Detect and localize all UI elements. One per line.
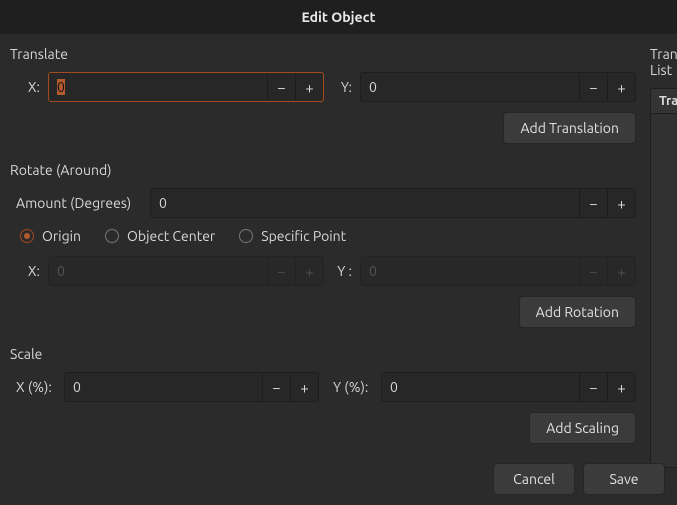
- rotate-y-input: − +: [360, 256, 636, 286]
- transformations-list-body[interactable]: [650, 114, 677, 468]
- scale-x-increment[interactable]: +: [290, 373, 318, 401]
- translate-x-label: X:: [20, 79, 40, 95]
- minus-icon: −: [589, 79, 597, 96]
- plus-icon: +: [305, 263, 313, 280]
- minus-icon: −: [272, 379, 280, 396]
- translate-x-input[interactable]: − +: [48, 72, 324, 102]
- scale-x-input[interactable]: − +: [64, 372, 319, 402]
- translate-y-input[interactable]: − +: [360, 72, 636, 102]
- cancel-button[interactable]: Cancel: [493, 463, 575, 495]
- minus-icon: −: [589, 379, 597, 396]
- translate-x-decrement[interactable]: −: [267, 73, 295, 101]
- rotate-section: Rotate (Around) Amount (Degrees) − + Ori…: [10, 162, 636, 346]
- minus-icon: −: [589, 195, 597, 212]
- rotate-x-input: − +: [48, 256, 324, 286]
- radio-dot-icon: [105, 229, 119, 243]
- translate-y-increment[interactable]: +: [607, 73, 635, 101]
- radio-object-center[interactable]: Object Center: [105, 228, 215, 244]
- translate-section: Translate X: − + Y: − + Add Translation: [10, 46, 636, 162]
- rotate-y-decrement: −: [579, 257, 607, 285]
- rotate-amount-input[interactable]: − +: [150, 188, 636, 218]
- scale-y-field[interactable]: [382, 373, 579, 401]
- scale-x-label: X (%):: [10, 379, 56, 395]
- rotate-x-field: [49, 257, 267, 285]
- translate-label: Translate: [10, 46, 636, 62]
- radio-specific-point[interactable]: Specific Point: [239, 228, 346, 244]
- add-rotation-button[interactable]: Add Rotation: [519, 296, 636, 328]
- translate-y-decrement[interactable]: −: [579, 73, 607, 101]
- save-button[interactable]: Save: [583, 463, 665, 495]
- radio-dot-icon: [239, 229, 253, 243]
- rotate-amount-field[interactable]: [151, 189, 579, 217]
- translate-x-field[interactable]: [49, 73, 267, 101]
- radio-dot-icon: [20, 229, 34, 243]
- translate-x-increment[interactable]: +: [295, 73, 323, 101]
- scale-y-label: Y (%):: [327, 379, 373, 395]
- minus-icon: −: [589, 263, 597, 280]
- add-scaling-button[interactable]: Add Scaling: [529, 412, 636, 444]
- transformations-column-header[interactable]: Transformation: [650, 88, 677, 114]
- rotate-amount-decrement[interactable]: −: [579, 189, 607, 217]
- rotate-amount-increment[interactable]: +: [607, 189, 635, 217]
- minus-icon: −: [277, 79, 285, 96]
- plus-icon: +: [617, 379, 625, 396]
- rotate-x-decrement: −: [267, 257, 295, 285]
- minus-icon: −: [277, 263, 285, 280]
- rotate-y-increment: +: [607, 257, 635, 285]
- plus-icon: +: [300, 379, 308, 396]
- scale-y-increment[interactable]: +: [607, 373, 635, 401]
- scale-section: Scale X (%): − + Y (%): − + Add Scaling: [10, 346, 636, 444]
- scale-y-decrement[interactable]: −: [579, 373, 607, 401]
- rotate-amount-label: Amount (Degrees): [10, 195, 142, 211]
- plus-icon: +: [617, 195, 625, 212]
- rotate-label: Rotate (Around): [10, 162, 636, 178]
- radio-point-label: Specific Point: [261, 228, 346, 244]
- transformations-list-label: Transformations List: [650, 46, 677, 78]
- translate-y-field[interactable]: [361, 73, 579, 101]
- rotate-x-increment: +: [295, 257, 323, 285]
- rotate-x-label: X:: [20, 263, 40, 279]
- window-title: Edit Object: [301, 9, 375, 25]
- radio-center-label: Object Center: [127, 228, 215, 244]
- translate-y-label: Y:: [332, 79, 352, 95]
- transformations-panel: Transformations List Transformation: [650, 46, 677, 468]
- rotate-y-label: Y :: [332, 263, 352, 279]
- plus-icon: +: [617, 263, 625, 280]
- plus-icon: +: [617, 79, 625, 96]
- scale-label: Scale: [10, 346, 636, 362]
- radio-origin-label: Origin: [42, 228, 81, 244]
- scale-x-field[interactable]: [65, 373, 262, 401]
- titlebar: Edit Object: [0, 0, 677, 34]
- scale-x-decrement[interactable]: −: [262, 373, 290, 401]
- radio-origin[interactable]: Origin: [20, 228, 81, 244]
- rotate-y-field: [361, 257, 579, 285]
- plus-icon: +: [305, 79, 313, 96]
- add-translation-button[interactable]: Add Translation: [503, 112, 636, 144]
- scale-y-input[interactable]: − +: [381, 372, 636, 402]
